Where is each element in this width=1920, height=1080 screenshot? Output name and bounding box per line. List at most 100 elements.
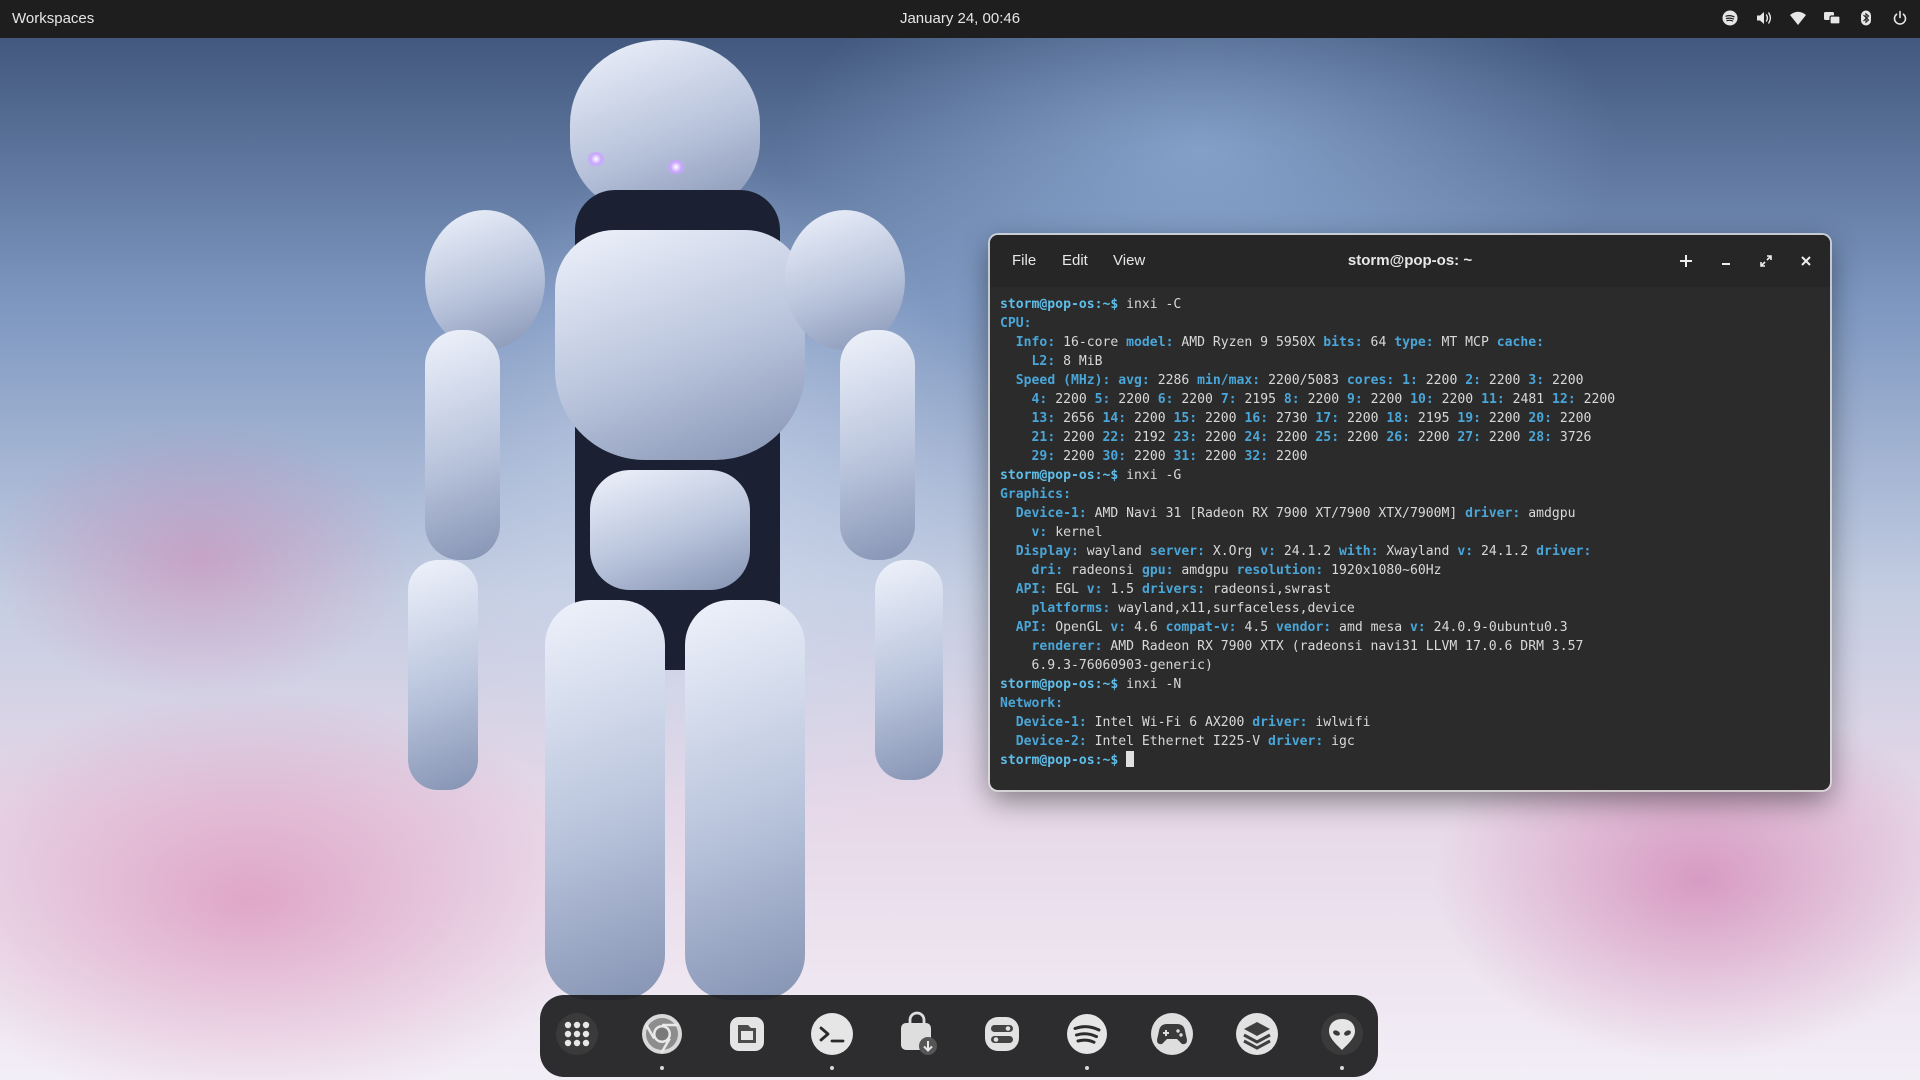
shell-prompt: storm@pop-os:~$ — [1000, 677, 1119, 692]
output-key: Info: — [1015, 335, 1056, 350]
output-key: 3: — [1528, 373, 1545, 388]
output-key: CPU: — [1000, 316, 1032, 331]
output-value: AMD Navi 31 [Radeon RX 7900 XT/7900 XTX/… — [1086, 506, 1466, 521]
output-value — [1000, 582, 1016, 597]
output-value — [1000, 563, 1032, 578]
output-key: driver: — [1536, 544, 1592, 559]
menu-view[interactable]: View — [1113, 252, 1145, 269]
dock-item-app-grid[interactable] — [546, 1005, 608, 1067]
maximize-button[interactable] — [1754, 249, 1778, 273]
dock-item-terminal[interactable] — [801, 1005, 863, 1070]
output-value: wayland — [1078, 544, 1150, 559]
wifi-icon[interactable] — [1788, 8, 1808, 28]
running-indicator — [659, 1066, 664, 1070]
new-tab-button[interactable] — [1674, 249, 1698, 273]
terminal-line: 21: 2200 22: 2192 23: 2200 24: 2200 25: … — [1000, 428, 1820, 447]
output-value: 2200 — [1173, 392, 1221, 407]
output-value: 2200 — [1481, 373, 1529, 388]
display-icon[interactable] — [1822, 8, 1842, 28]
bluetooth-icon[interactable] — [1856, 8, 1876, 28]
output-key: 32: — [1244, 449, 1269, 464]
output-key: compat-v: — [1165, 620, 1237, 635]
output-value — [1000, 449, 1032, 464]
close-button[interactable] — [1794, 249, 1818, 273]
terminal-line: Device-1: AMD Navi 31 [Radeon RX 7900 XT… — [1000, 504, 1820, 523]
dock-item-software-store[interactable] — [886, 1005, 948, 1067]
dock-item-alien[interactable] — [1311, 1005, 1373, 1070]
output-value: 2200 — [1110, 392, 1158, 407]
output-value: 2200/5083 — [1260, 373, 1347, 388]
output-value — [1000, 430, 1032, 445]
output-value: kernel — [1047, 525, 1103, 540]
output-value: igc — [1323, 734, 1355, 749]
output-value: 2200 — [1197, 411, 1245, 426]
terminal-line: renderer: AMD Radeon RX 7900 XTX (radeon… — [1000, 637, 1820, 656]
output-key: 23: — [1173, 430, 1198, 445]
workspaces-button[interactable]: Workspaces — [12, 10, 94, 27]
chrome-icon — [639, 1011, 685, 1061]
output-value: 2200 — [1047, 392, 1095, 407]
shell-prompt: storm@pop-os:~$ — [1000, 297, 1119, 312]
output-value: 3726 — [1551, 430, 1592, 445]
output-key: 12: — [1552, 392, 1576, 407]
output-value: 2481 — [1504, 392, 1553, 407]
output-value: 2200 — [1551, 411, 1592, 426]
terminal-line: 29: 2200 30: 2200 31: 2200 32: 2200 — [1000, 447, 1820, 466]
output-key: 10: — [1410, 392, 1434, 407]
settings-toggle-icon — [979, 1011, 1025, 1061]
terminal-line: 6.9.3-76060903-generic) — [1000, 656, 1820, 675]
dock-item-stack[interactable] — [1226, 1005, 1288, 1067]
output-key: v: — [1410, 620, 1426, 635]
output-key: 16: — [1244, 411, 1269, 426]
spotify-icon[interactable] — [1720, 8, 1740, 28]
dock-item-spotify[interactable] — [1056, 1005, 1118, 1070]
clock[interactable]: January 24, 00:46 — [900, 10, 1020, 27]
output-key: 15: — [1173, 411, 1198, 426]
output-value: Intel Wi-Fi 6 AX200 — [1086, 715, 1253, 730]
output-value: 16-core — [1055, 335, 1127, 350]
terminal-output[interactable]: storm@pop-os:~$ inxi -C CPU: Info: 16-cor… — [1000, 295, 1820, 782]
gamepad-icon — [1149, 1011, 1195, 1061]
output-key: 17: — [1315, 411, 1340, 426]
minimize-button[interactable] — [1714, 249, 1738, 273]
dock-item-files[interactable] — [716, 1005, 778, 1067]
menu-edit[interactable]: Edit — [1062, 252, 1088, 269]
power-icon[interactable] — [1890, 8, 1910, 28]
terminal-header-bar[interactable]: File Edit View storm@pop-os: ~ — [990, 235, 1830, 287]
output-value — [1000, 392, 1032, 407]
terminal-line: Display: wayland server: X.Org v: 24.1.2… — [1000, 542, 1820, 561]
output-value: 2200 — [1268, 430, 1316, 445]
output-value — [1394, 373, 1402, 388]
terminal-line: L2: 8 MiB — [1000, 352, 1820, 371]
terminal-window[interactable]: File Edit View storm@pop-os: ~ storm@pop… — [990, 235, 1830, 790]
output-value — [1000, 601, 1032, 616]
output-key: Network: — [1000, 696, 1064, 711]
output-key: with: — [1339, 544, 1379, 559]
output-value: Intel Ethernet I225-V — [1086, 734, 1269, 749]
output-key: L2: — [1031, 354, 1056, 369]
terminal-icon — [809, 1011, 855, 1061]
output-value: MT MCP — [1433, 335, 1497, 350]
running-indicator — [829, 1066, 834, 1070]
output-key: Device-1: — [1015, 506, 1087, 521]
dock-item-gamepad[interactable] — [1141, 1005, 1203, 1067]
output-value: 6.9.3-76060903-generic) — [1000, 658, 1213, 673]
output-key: v: — [1110, 620, 1127, 635]
alien-icon — [1319, 1011, 1365, 1061]
output-key: 21: — [1031, 430, 1056, 445]
output-key: 18: — [1386, 411, 1411, 426]
output-key: cache: — [1496, 335, 1545, 350]
output-key: 4: — [1031, 392, 1048, 407]
terminal-line: Device-1: Intel Wi-Fi 6 AX200 driver: iw… — [1000, 713, 1820, 732]
output-key: 9: — [1347, 392, 1363, 407]
output-value — [1000, 525, 1032, 540]
volume-icon[interactable] — [1754, 8, 1774, 28]
dock-item-chrome[interactable] — [631, 1005, 693, 1070]
dock-item-settings-toggle[interactable] — [971, 1005, 1033, 1067]
output-key: 31: — [1173, 449, 1198, 464]
menu-file[interactable]: File — [1012, 252, 1036, 269]
output-key: resolution: — [1236, 563, 1324, 578]
output-key: type: — [1394, 335, 1434, 350]
output-value: 2200 — [1268, 449, 1308, 464]
output-key: 22: — [1102, 430, 1127, 445]
